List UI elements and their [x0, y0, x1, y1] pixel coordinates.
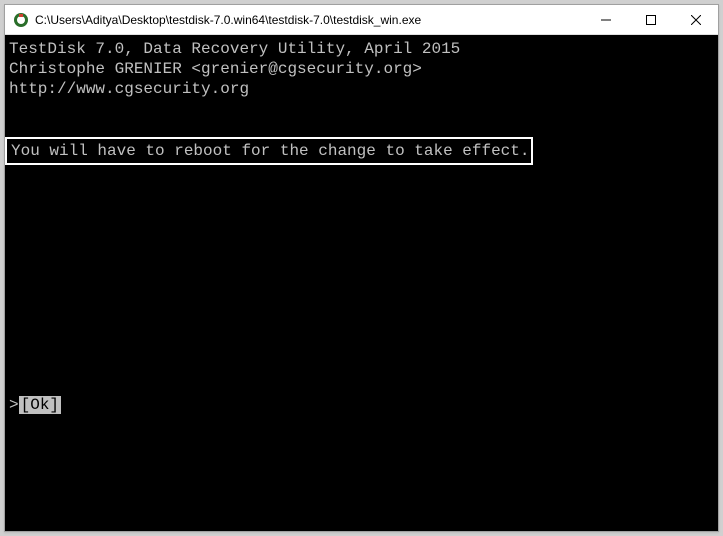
- reboot-message-box: You will have to reboot for the change t…: [5, 137, 533, 165]
- titlebar[interactable]: C:\Users\Aditya\Desktop\testdisk-7.0.win…: [5, 5, 718, 35]
- window-title: C:\Users\Aditya\Desktop\testdisk-7.0.win…: [35, 13, 583, 27]
- ok-prompt[interactable]: >[Ok]: [5, 395, 718, 415]
- console-header-line2: Christophe GRENIER <grenier@cgsecurity.o…: [5, 59, 718, 79]
- ok-button[interactable]: [Ok]: [19, 396, 61, 414]
- minimize-button[interactable]: [583, 5, 628, 34]
- app-window: C:\Users\Aditya\Desktop\testdisk-7.0.win…: [4, 4, 719, 532]
- maximize-button[interactable]: [628, 5, 673, 34]
- console-area: TestDisk 7.0, Data Recovery Utility, Apr…: [5, 35, 718, 531]
- console-header-line3: http://www.cgsecurity.org: [5, 79, 718, 99]
- console-header-line1: TestDisk 7.0, Data Recovery Utility, Apr…: [5, 39, 718, 59]
- window-controls: [583, 5, 718, 34]
- close-button[interactable]: [673, 5, 718, 34]
- app-icon: [13, 12, 29, 28]
- prompt-marker: >: [9, 396, 19, 414]
- reboot-message: You will have to reboot for the change t…: [7, 142, 529, 160]
